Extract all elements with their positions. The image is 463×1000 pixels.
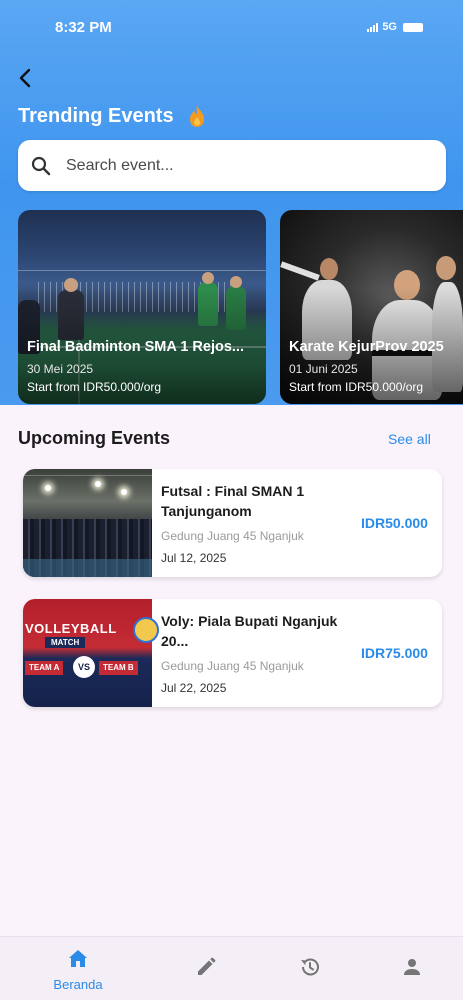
event-title: Voly: Piala Bupati Nganjuk 20... <box>161 613 338 649</box>
trending-title: Final Badminton SMA 1 Rejos... <box>27 339 244 355</box>
trending-date: 30 Mei 2025 <box>27 362 94 376</box>
status-indicators: 5G <box>367 21 423 33</box>
volleyball-poster-image: VOLLEYBALL MATCH TEAM A TEAM B VS <box>23 599 159 707</box>
search-box[interactable] <box>18 140 446 191</box>
see-all-link[interactable]: See all <box>388 431 431 447</box>
event-title: Futsal : Final SMAN 1 Tanjunganom <box>161 483 305 519</box>
trending-date: 01 Juni 2025 <box>289 362 358 376</box>
trending-title: Karate KejurProv 2025 <box>289 339 444 355</box>
upcoming-event-card[interactable]: VOLLEYBALL MATCH TEAM A TEAM B VS Voly: … <box>23 599 442 707</box>
poster-subheadline: MATCH <box>45 637 86 648</box>
header-background: 8:32 PM 5G Trending Events Search event.… <box>0 0 463 405</box>
status-bar: 8:32 PM 5G <box>0 18 463 40</box>
bottom-navigation: Beranda <box>0 936 463 1000</box>
trending-card-karate[interactable]: Karate KejurProv 2025 01 Juni 2025 Start… <box>280 210 463 404</box>
battery-icon <box>403 22 423 32</box>
event-venue: Gedung Juang 45 Nganjuk <box>161 659 304 673</box>
pencil-icon <box>198 957 216 975</box>
status-time: 8:32 PM <box>55 19 112 36</box>
back-button[interactable] <box>14 66 38 90</box>
futsal-event-image <box>23 469 152 577</box>
nav-label-beranda: Beranda <box>53 977 103 992</box>
poster-team-b: TEAM B <box>99 661 138 675</box>
home-icon <box>69 950 87 967</box>
chevron-left-icon <box>19 68 31 88</box>
event-date: Jul 22, 2025 <box>161 681 227 695</box>
volleyball-icon <box>133 617 159 643</box>
signal-icon <box>367 22 379 32</box>
event-date: Jul 12, 2025 <box>161 551 227 565</box>
trending-price: Start from IDR50.000/org <box>289 380 424 394</box>
event-venue: Gedung Juang 45 Nganjuk <box>161 529 304 543</box>
poster-vs: VS <box>73 656 95 678</box>
event-price: IDR75.000 <box>361 645 428 661</box>
trending-price: Start from IDR50.000/org <box>27 380 162 394</box>
upcoming-event-card[interactable]: Futsal : Final SMAN 1 Tanjunganom Gedung… <box>23 469 442 577</box>
person-icon <box>404 959 420 975</box>
page-title: Trending Events <box>18 105 174 127</box>
search-icon <box>31 156 51 176</box>
search-input[interactable] <box>66 152 426 180</box>
nav-item-edit[interactable] <box>156 937 256 1000</box>
nav-item-history[interactable] <box>260 937 360 1000</box>
trending-card-badminton[interactable]: Final Badminton SMA 1 Rejos... 30 Mei 20… <box>18 210 266 404</box>
nav-item-beranda[interactable]: Beranda <box>28 937 128 1000</box>
upcoming-section-title: Upcoming Events <box>18 428 171 448</box>
poster-team-a: TEAM A <box>25 661 64 675</box>
network-label: 5G <box>382 21 397 33</box>
fire-icon <box>190 105 204 127</box>
poster-headline: VOLLEYBALL <box>25 621 117 636</box>
event-price: IDR50.000 <box>361 515 428 531</box>
history-icon <box>301 958 319 976</box>
nav-item-profile[interactable] <box>362 937 462 1000</box>
